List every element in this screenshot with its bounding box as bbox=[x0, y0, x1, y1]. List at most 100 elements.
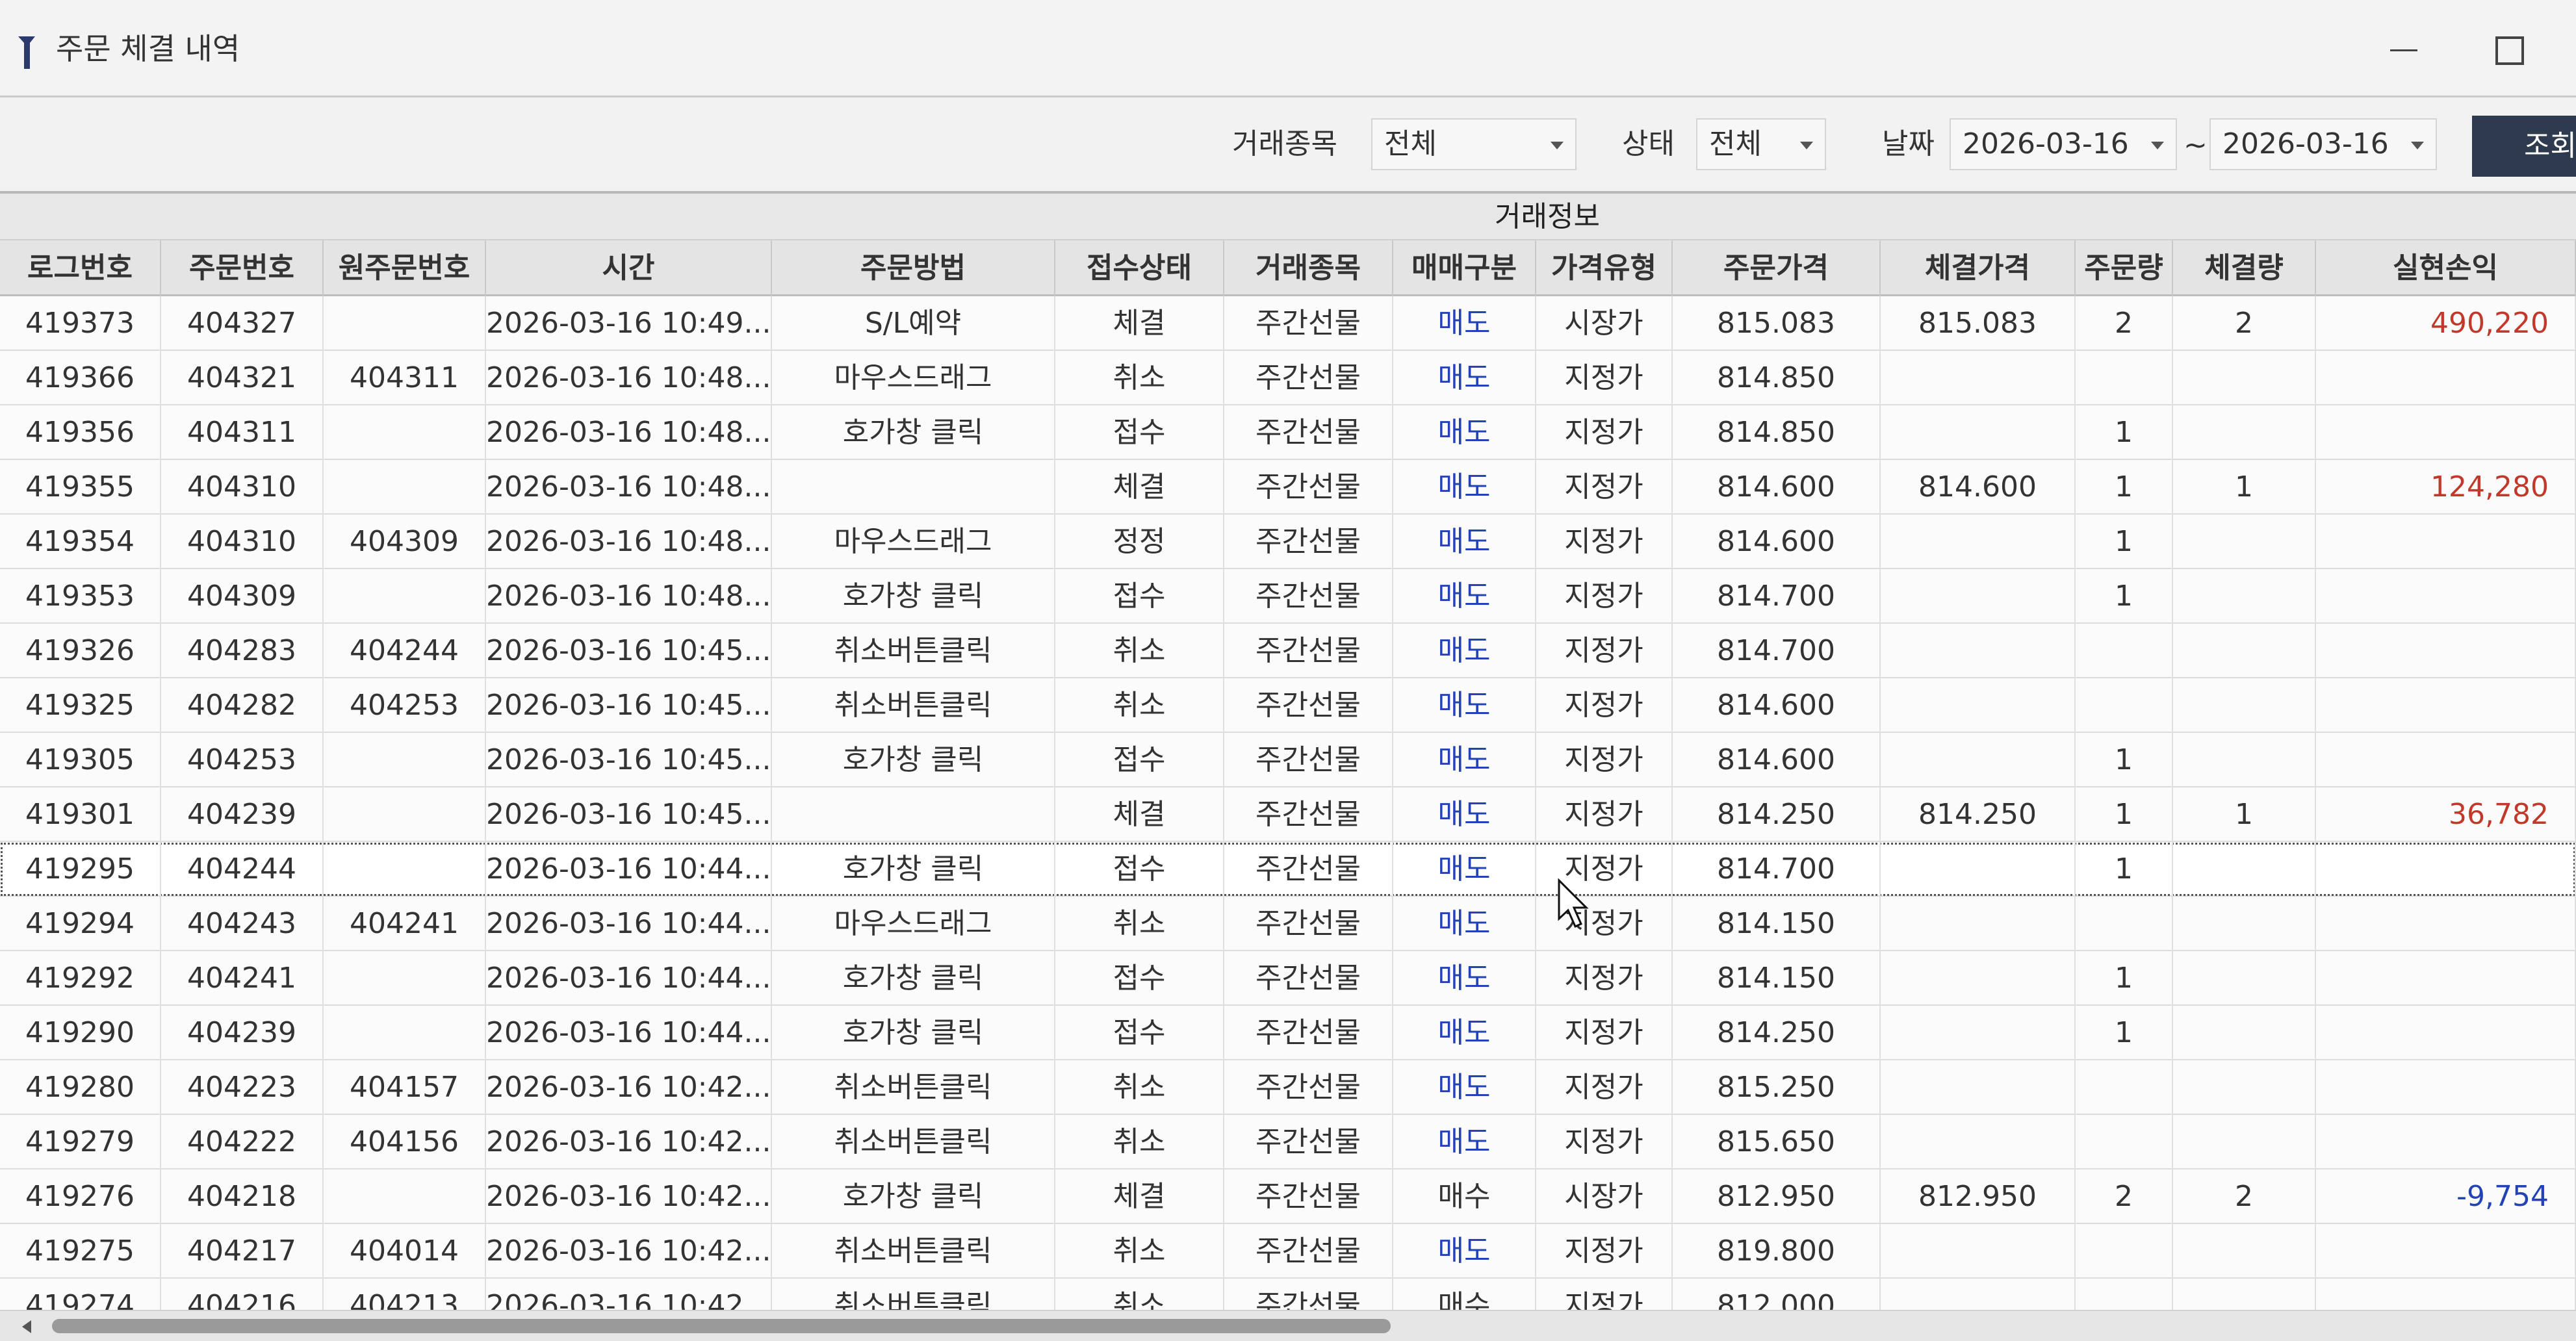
cell-time: 2026-03-16 10:45... bbox=[486, 624, 772, 678]
cell-order-no: 404283 bbox=[161, 624, 324, 678]
cell-side: 매수 bbox=[1393, 1169, 1536, 1224]
column-header-time[interactable]: 시간 bbox=[486, 240, 772, 296]
cell-time: 2026-03-16 10:49... bbox=[486, 296, 772, 351]
cell-order-method: 호가창 클릭 bbox=[772, 733, 1055, 787]
cell-fill-price bbox=[1881, 624, 2076, 678]
cell-order-price: 814.600 bbox=[1673, 460, 1881, 515]
cell-orig-order-no: 404014 bbox=[324, 1224, 486, 1279]
cell-orig-order-no bbox=[324, 296, 486, 351]
cell-receipt-status: 취소 bbox=[1055, 624, 1224, 678]
cell-log-no: 419301 bbox=[0, 787, 161, 842]
cell-order-qty: 1 bbox=[2076, 1006, 2173, 1060]
cell-fill-qty bbox=[2173, 1060, 2316, 1115]
cell-price-type: 지정가 bbox=[1536, 515, 1673, 569]
table-row[interactable]: 419275 404217 404014 2026-03-16 10:42... 취소버… bbox=[0, 1224, 2576, 1279]
table-row[interactable]: 419373 404327 2026-03-16 10:49... S/L예약 체결 주간… bbox=[0, 296, 2576, 351]
cell-orig-order-no bbox=[324, 1006, 486, 1060]
cell-orig-order-no: 404253 bbox=[324, 678, 486, 733]
date-from-select[interactable]: 2026-03-16 bbox=[1950, 118, 2177, 170]
cell-side: 매도 bbox=[1393, 787, 1536, 842]
cell-instrument: 주간선물 bbox=[1224, 1115, 1393, 1169]
cell-receipt-status: 체결 bbox=[1055, 787, 1224, 842]
table-row[interactable]: 419305 404253 2026-03-16 10:45... 호가창 클릭 접수 주… bbox=[0, 733, 2576, 787]
cell-side: 매도 bbox=[1393, 569, 1536, 624]
column-header-orig-order-no[interactable]: 원주문번호 bbox=[324, 240, 486, 296]
cell-fill-price: 815.083 bbox=[1881, 296, 2076, 351]
cell-side: 매도 bbox=[1393, 351, 1536, 405]
table-row[interactable]: 419280 404223 404157 2026-03-16 10:42... 취소버… bbox=[0, 1060, 2576, 1115]
cell-realized-pnl bbox=[2316, 1224, 2576, 1279]
cell-fill-price: 814.600 bbox=[1881, 460, 2076, 515]
column-header-order-no[interactable]: 주문번호 bbox=[161, 240, 324, 296]
cell-fill-qty bbox=[2173, 1224, 2316, 1279]
search-button[interactable]: 조회 bbox=[2472, 116, 2576, 177]
table-row[interactable]: 419301 404239 2026-03-16 10:45... 체결 주간선물 매도 지… bbox=[0, 787, 2576, 842]
table-row[interactable]: 419354 404310 404309 2026-03-16 10:48... 마우스… bbox=[0, 515, 2576, 569]
maximize-icon[interactable] bbox=[2469, 23, 2547, 75]
cell-order-method: 취소버튼클릭 bbox=[772, 1115, 1055, 1169]
cell-fill-price bbox=[1881, 1279, 2076, 1310]
cell-receipt-status: 취소 bbox=[1055, 897, 1224, 951]
table-row[interactable]: 419326 404283 404244 2026-03-16 10:45... 취소버… bbox=[0, 624, 2576, 678]
cell-fill-price bbox=[1881, 733, 2076, 787]
cell-realized-pnl bbox=[2316, 1279, 2576, 1310]
scrollbar-thumb[interactable] bbox=[52, 1319, 1391, 1333]
column-header-realized-pnl[interactable]: 실현손익 bbox=[2316, 240, 2576, 296]
table-row[interactable]: 419355 404310 2026-03-16 10:48... 체결 주간선물 매도 지… bbox=[0, 460, 2576, 515]
column-header-receipt-status[interactable]: 접수상태 bbox=[1055, 240, 1224, 296]
column-header-instrument[interactable]: 거래종목 bbox=[1224, 240, 1393, 296]
instrument-select[interactable]: 전체 bbox=[1371, 118, 1577, 170]
cell-order-no: 404253 bbox=[161, 733, 324, 787]
cell-order-qty bbox=[2076, 678, 2173, 733]
cell-fill-price bbox=[1881, 951, 2076, 1006]
cell-orig-order-no: 404311 bbox=[324, 351, 486, 405]
filter-toolbar: 거래종목 전체 상태 전체 날짜 2026-03-16 ~ 2026-03-16… bbox=[0, 97, 2576, 194]
date-to-select[interactable]: 2026-03-16 bbox=[2209, 118, 2437, 170]
scroll-left-icon[interactable] bbox=[22, 1320, 31, 1333]
column-header-fill-qty[interactable]: 체결량 bbox=[2173, 240, 2316, 296]
cell-price-type: 지정가 bbox=[1536, 678, 1673, 733]
table-row[interactable]: 419353 404309 2026-03-16 10:48... 호가창 클릭 접수 주… bbox=[0, 569, 2576, 624]
cell-order-method: 호가창 클릭 bbox=[772, 569, 1055, 624]
table-row[interactable]: 419366 404321 404311 2026-03-16 10:48... 마우스… bbox=[0, 351, 2576, 405]
cell-time: 2026-03-16 10:44... bbox=[486, 842, 772, 897]
table-row[interactable]: 419274 404216 404213 2026-03-16 10:42... 취소버… bbox=[0, 1279, 2576, 1310]
status-select[interactable]: 전체 bbox=[1696, 118, 1826, 170]
table-row[interactable]: 419294 404243 404241 2026-03-16 10:44... 마우스… bbox=[0, 897, 2576, 951]
cell-fill-qty bbox=[2173, 515, 2316, 569]
cell-receipt-status: 취소 bbox=[1055, 678, 1224, 733]
cell-time: 2026-03-16 10:48... bbox=[486, 405, 772, 460]
cell-price-type: 지정가 bbox=[1536, 569, 1673, 624]
column-header-price-type[interactable]: 가격유형 bbox=[1536, 240, 1673, 296]
table-row[interactable]: 419325 404282 404253 2026-03-16 10:45... 취소버… bbox=[0, 678, 2576, 733]
column-header-order-qty[interactable]: 주문량 bbox=[2076, 240, 2173, 296]
instrument-select-value: 전체 bbox=[1384, 127, 1437, 160]
cell-side: 매도 bbox=[1393, 296, 1536, 351]
cell-order-qty: 1 bbox=[2076, 842, 2173, 897]
minimize-icon[interactable] bbox=[2365, 23, 2443, 75]
cell-fill-qty bbox=[2173, 624, 2316, 678]
cell-receipt-status: 취소 bbox=[1055, 1060, 1224, 1115]
column-header-order-price[interactable]: 주문가격 bbox=[1673, 240, 1881, 296]
horizontal-scrollbar[interactable] bbox=[0, 1310, 2576, 1341]
cell-orig-order-no bbox=[324, 569, 486, 624]
column-header-side[interactable]: 매매구분 bbox=[1393, 240, 1536, 296]
table-row[interactable]: 419356 404311 2026-03-16 10:48... 호가창 클릭 접수 주… bbox=[0, 405, 2576, 460]
table-row[interactable]: 419279 404222 404156 2026-03-16 10:42... 취소버… bbox=[0, 1115, 2576, 1169]
title-bar: 주문 체결 내역 bbox=[0, 0, 2576, 97]
date-to-value: 2026-03-16 bbox=[2222, 127, 2389, 160]
cell-order-method: 마우스드래그 bbox=[772, 351, 1055, 405]
table-row[interactable]: 419292 404241 2026-03-16 10:44... 호가창 클릭 접수 주… bbox=[0, 951, 2576, 1006]
column-header-log-no[interactable]: 로그번호 bbox=[0, 240, 161, 296]
cell-order-qty: 1 bbox=[2076, 951, 2173, 1006]
table-row[interactable]: 419290 404239 2026-03-16 10:44... 호가창 클릭 접수 주… bbox=[0, 1006, 2576, 1060]
column-header-order-method[interactable]: 주문방법 bbox=[772, 240, 1055, 296]
cell-price-type: 지정가 bbox=[1536, 624, 1673, 678]
column-header-fill-price[interactable]: 체결가격 bbox=[1881, 240, 2076, 296]
table-row[interactable]: 419276 404218 2026-03-16 10:42... 호가창 클릭 체결 주… bbox=[0, 1169, 2576, 1224]
cell-order-no: 404310 bbox=[161, 515, 324, 569]
cell-order-qty: 1 bbox=[2076, 787, 2173, 842]
cell-fill-qty bbox=[2173, 1115, 2316, 1169]
cell-time: 2026-03-16 10:42... bbox=[486, 1169, 772, 1224]
table-row[interactable]: 419295 404244 2026-03-16 10:44... 호가창 클릭 접수 주… bbox=[0, 842, 2576, 897]
